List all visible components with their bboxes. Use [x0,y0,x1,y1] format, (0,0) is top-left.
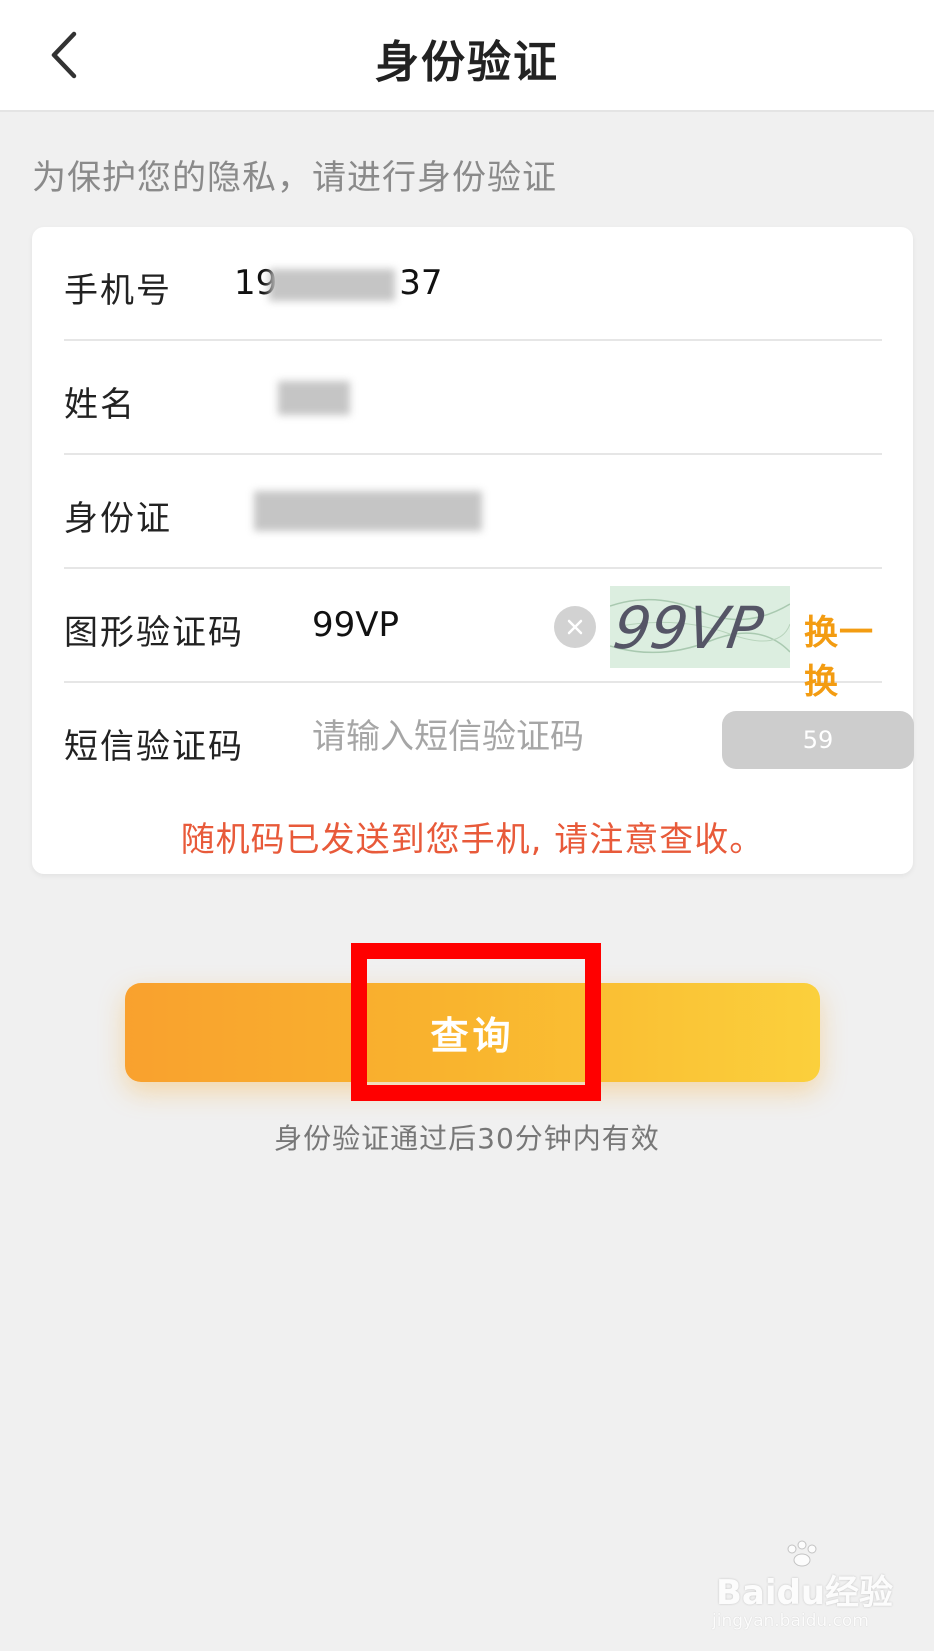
captcha-input[interactable]: 99VP [312,605,399,645]
sms-code-input[interactable] [312,717,672,757]
verification-form-card: 手机号 19 37 姓名 身份证 图形验证码 99VP 99VP 换一换 短信验… [32,227,914,874]
sms-countdown-button[interactable]: 59 [722,711,914,769]
name-row: 姓名 [64,341,882,455]
privacy-subtitle: 为保护您的隐私，请进行身份验证 [32,158,557,198]
nav-bar: 身份验证 [0,0,934,112]
phone-label: 手机号 [64,271,172,311]
baidu-jingyan-watermark: Baidu经验 jingyan.baidu.com [712,1540,902,1635]
captcha-label: 图形验证码 [64,613,244,653]
sms-row: 短信验证码 59 [64,683,914,797]
watermark-text: Baidu经验 [716,1573,894,1613]
query-button[interactable]: 查询 [125,983,820,1082]
sms-label: 短信验证码 [64,727,244,767]
id-card-row: 身份证 [64,455,882,569]
clear-icon [567,619,583,635]
clear-captcha-button[interactable] [554,606,596,648]
captcha-row: 图形验证码 99VP 99VP 换一换 [64,569,882,702]
name-redaction [278,381,350,415]
phone-redaction [269,269,395,301]
captcha-image-text: 99VP [610,594,768,662]
watermark-url: jingyan.baidu.com [712,1611,869,1631]
code-sent-message: 随机码已发送到您手机, 请注意查收。 [180,820,765,860]
id-card-label: 身份证 [64,499,172,539]
name-label: 姓名 [64,385,136,425]
id-card-redaction [254,491,482,531]
phone-row: 手机号 19 37 [64,227,882,341]
validity-note: 身份验证通过后30分钟内有效 [274,1122,660,1155]
captcha-image[interactable]: 99VP [610,586,790,668]
page-title: 身份验证 [375,37,559,88]
phone-value-suffix: 37 [399,263,443,303]
